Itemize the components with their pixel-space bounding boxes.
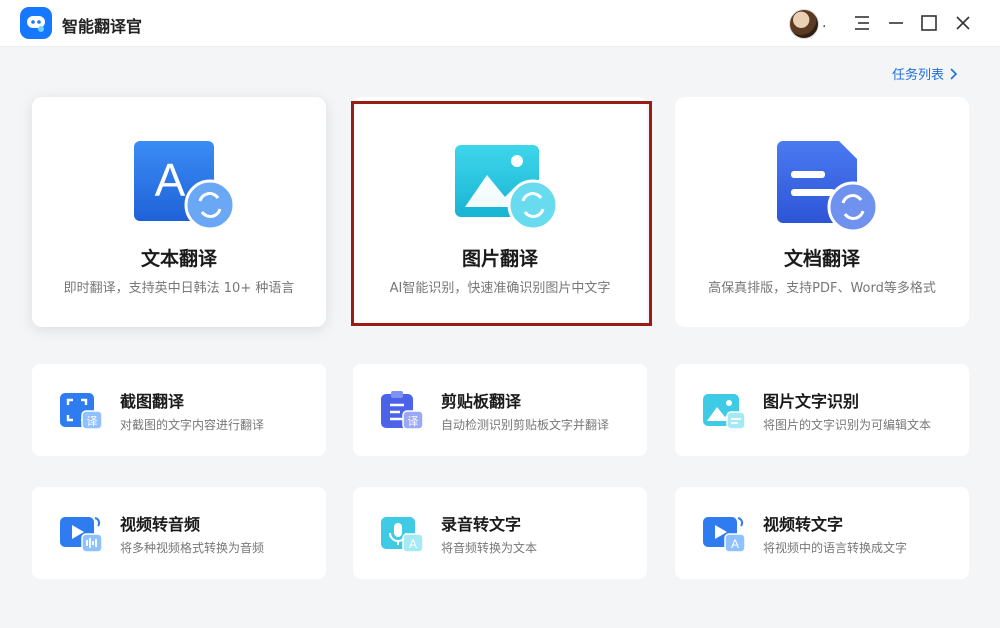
image-translate-card[interactable]: 图片翻译 AI智能识别，快速准确识别图片中文字 (353, 97, 647, 327)
audio-to-text-card[interactable]: A 录音转文字 将音频转换为文本 (353, 487, 647, 579)
close-icon (956, 16, 970, 30)
image-ocr-icon (703, 391, 747, 431)
maximize-button[interactable] (917, 11, 941, 35)
clipboard-translate-icon: 译 (381, 391, 425, 431)
image-translate-desc: AI智能识别，快速准确识别图片中文字 (389, 281, 611, 296)
screenshot-badge: 译 (87, 415, 98, 428)
task-list-label: 任务列表 (892, 68, 945, 83)
text-translate-card[interactable]: A 文本翻译 即时翻译，支持英中日韩法 10+ 种语言 (32, 97, 326, 327)
screenshot-translate-icon: 译 (60, 391, 104, 431)
menu-button[interactable] (850, 11, 874, 35)
text-icon-letter: A (155, 154, 186, 206)
video-to-text-badge: A (731, 537, 739, 551)
video-to-audio-icon (60, 514, 104, 554)
image-ocr-card[interactable]: 图片文字识别 将图片的文字识别为可编辑文本 (675, 364, 969, 456)
task-list-link[interactable]: 任务列表 (892, 64, 958, 83)
video-to-audio-desc: 将多种视频格式转换为音频 (120, 541, 265, 555)
audio-to-text-title: 录音转文字 (441, 515, 522, 534)
clipboard-badge: 译 (408, 415, 419, 428)
audio-to-text-badge: A (409, 537, 417, 551)
image-ocr-desc: 将图片的文字识别为可编辑文本 (763, 418, 932, 432)
text-translate-desc: 即时翻译，支持英中日韩法 10+ 种语言 (63, 281, 295, 296)
video-to-audio-title: 视频转音频 (120, 515, 201, 534)
screenshot-translate-card[interactable]: 译 截图翻译 对截图的文字内容进行翻译 (32, 364, 326, 456)
text-translate-icon: A (134, 141, 238, 233)
minimize-button[interactable] (884, 11, 908, 35)
video-to-text-title: 视频转文字 (763, 515, 844, 534)
video-to-text-card[interactable]: A 视频转文字 将视频中的语言转换成文字 (675, 487, 969, 579)
document-translate-title: 文档翻译 (783, 248, 860, 270)
minimize-icon (889, 22, 903, 24)
app-title: 智能翻译官 (62, 17, 143, 36)
video-to-text-desc: 将视频中的语言转换成文字 (763, 541, 908, 555)
audio-to-text-icon: A (381, 514, 425, 554)
clipboard-translate-card[interactable]: 译 剪贴板翻译 自动检测识别剪贴板文字并翻译 (353, 364, 647, 456)
document-translate-card[interactable]: 文档翻译 高保真排版，支持PDF、Word等多格式 (675, 97, 969, 327)
avatar-dot: . (822, 15, 827, 31)
document-translate-desc: 高保真排版，支持PDF、Word等多格式 (708, 281, 936, 296)
app-logo-icon (20, 7, 52, 39)
user-avatar[interactable] (789, 9, 819, 39)
document-translate-icon (777, 141, 881, 233)
maximize-icon (921, 15, 937, 31)
chevron-right-icon (950, 67, 958, 80)
clipboard-translate-title: 剪贴板翻译 (441, 392, 522, 411)
close-button[interactable] (951, 11, 975, 35)
clipboard-translate-desc: 自动检测识别剪贴板文字并翻译 (441, 418, 610, 432)
image-translate-icon (455, 141, 559, 233)
text-translate-title: 文本翻译 (140, 248, 217, 270)
menu-icon (855, 16, 869, 30)
screenshot-translate-desc: 对截图的文字内容进行翻译 (120, 418, 265, 432)
image-ocr-title: 图片文字识别 (763, 392, 860, 411)
video-to-audio-card[interactable]: 视频转音频 将多种视频格式转换为音频 (32, 487, 326, 579)
title-bar: 智能翻译官 . (0, 0, 1000, 47)
image-translate-title: 图片翻译 (461, 248, 538, 270)
audio-to-text-desc: 将音频转换为文本 (441, 541, 538, 555)
screenshot-translate-title: 截图翻译 (120, 392, 185, 411)
video-to-text-icon: A (703, 514, 747, 554)
